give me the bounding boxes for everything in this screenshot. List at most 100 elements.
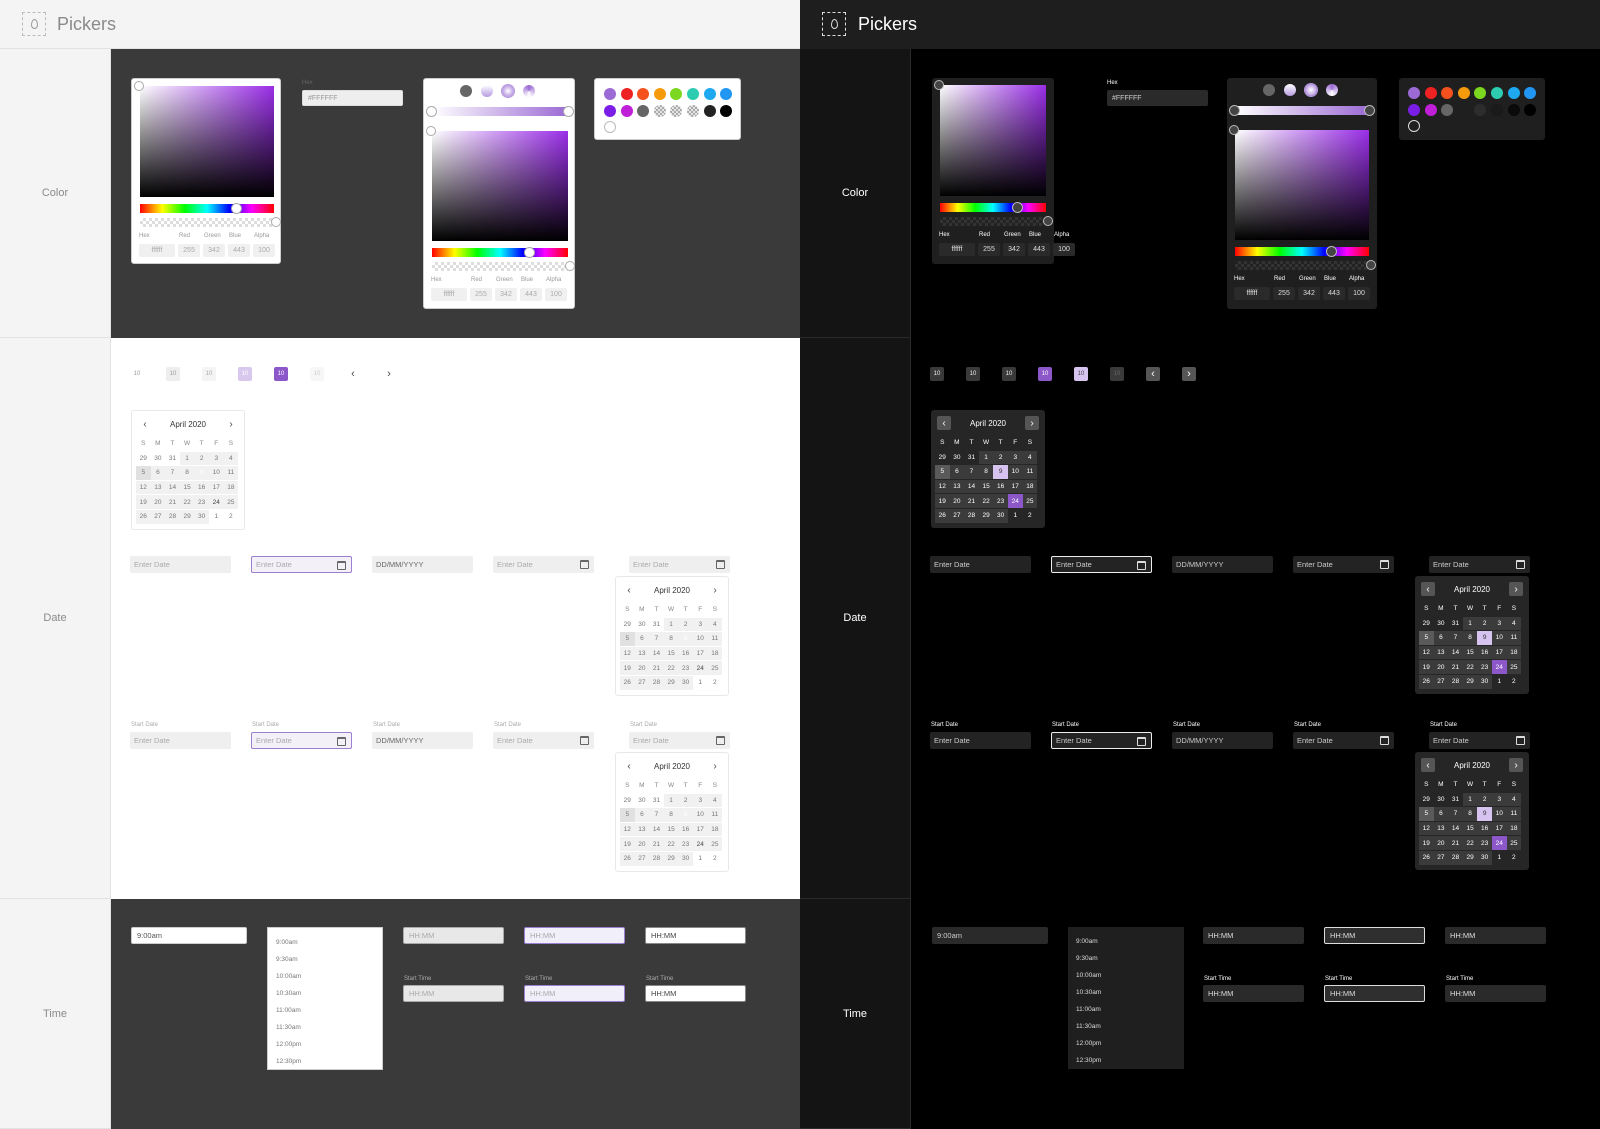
calendar-day[interactable]: 12 [1419, 821, 1434, 836]
calendar-day[interactable]: 27 [634, 675, 650, 690]
time-input[interactable]: 9:00am [131, 927, 247, 944]
pagination-page-button[interactable]: 10 [166, 367, 180, 381]
calendar-day[interactable]: 1 [179, 451, 195, 466]
calendar-day[interactable]: 20 [634, 661, 650, 675]
calendar-icon[interactable] [1516, 560, 1525, 569]
calendar-day[interactable]: 15 [663, 822, 679, 837]
color-swatch[interactable] [1507, 103, 1520, 116]
color-picker[interactable]: Hex ffffff Red 255 Green 342 Blue 443 Alpha 100 [423, 78, 575, 309]
calendar-day[interactable]: 6 [634, 632, 650, 646]
date-input[interactable]: Enter Date [251, 556, 352, 573]
calendar-day[interactable]: 12 [620, 646, 635, 661]
calendar-day[interactable]: 7 [165, 466, 180, 480]
calendar-day[interactable]: 1 [693, 852, 708, 866]
color-swatch[interactable] [687, 104, 699, 117]
calendar-day[interactable]: 18 [1022, 479, 1038, 494]
calendar-day[interactable]: 30 [1434, 617, 1449, 631]
calendar-day[interactable]: 1 [663, 617, 679, 632]
color-field-input[interactable]: 255 [178, 244, 200, 257]
calendar-day[interactable]: 2 [1477, 616, 1492, 631]
calendar-day[interactable]: 30 [151, 452, 166, 466]
color-field-input[interactable]: 100 [253, 244, 275, 257]
calendar-day[interactable]: 11 [707, 632, 723, 646]
calendar-day[interactable]: 9 [678, 632, 693, 646]
saturation-handle[interactable] [1229, 125, 1239, 135]
calendar-day[interactable]: 22 [1462, 660, 1478, 674]
calendar-day[interactable]: 3 [208, 451, 224, 466]
time-option[interactable]: 9:30am [268, 951, 382, 968]
calendar-day[interactable]: 26 [935, 508, 950, 523]
color-swatch[interactable] [1524, 103, 1537, 116]
calendar-day[interactable]: 18 [707, 646, 723, 661]
calendar-day[interactable]: 23 [194, 495, 209, 509]
calendar-day[interactable]: 10 [692, 632, 708, 646]
calendar-day[interactable]: 12 [620, 822, 635, 837]
color-swatch[interactable] [620, 104, 633, 117]
calendar-day[interactable]: 31 [1448, 617, 1463, 631]
calendar-day[interactable]: 25 [1022, 494, 1038, 508]
calendar-day[interactable]: 6 [949, 465, 965, 479]
calendar-day[interactable]: 4 [1506, 616, 1522, 631]
calendar-day[interactable]: 8 [978, 465, 994, 479]
calendar-day[interactable]: 29 [1462, 850, 1478, 865]
calendar-day[interactable]: 2 [194, 451, 209, 466]
calendar-day[interactable]: 7 [1448, 631, 1463, 645]
saturation-area[interactable] [140, 86, 274, 197]
color-field-input[interactable]: ffffff [1234, 287, 1270, 300]
calendar-day[interactable]: 29 [136, 452, 151, 466]
time-option[interactable]: 11:30am [1068, 1018, 1184, 1035]
time-text-input[interactable]: HH:MM [1203, 927, 1304, 944]
gradient-stops-bar[interactable] [432, 107, 568, 116]
angular-gradient-icon[interactable] [523, 85, 535, 97]
calendar-day[interactable]: 31 [1448, 793, 1463, 807]
next-month-button[interactable]: › [708, 759, 722, 773]
calendar-day[interactable]: 4 [1506, 792, 1522, 807]
calendar-day[interactable]: 3 [1491, 792, 1507, 807]
calendar-day[interactable]: 24 [692, 661, 708, 675]
calendar-day[interactable]: 8 [179, 466, 195, 480]
calendar-day[interactable]: 17 [692, 646, 708, 661]
calendar-day[interactable]: 17 [1491, 645, 1507, 660]
calendar-day[interactable]: 27 [1433, 850, 1449, 865]
calendar-day[interactable]: 16 [1477, 821, 1492, 836]
color-swatch[interactable] [1457, 103, 1470, 116]
calendar-day[interactable]: 30 [635, 618, 650, 632]
hue-slider[interactable] [940, 203, 1046, 212]
color-field-input[interactable]: 342 [1298, 287, 1320, 300]
calendar-icon[interactable] [337, 737, 346, 746]
date-input[interactable]: Enter Date [1429, 732, 1530, 749]
calendar-day[interactable]: 24 [208, 495, 224, 509]
calendar-day[interactable]: 22 [663, 837, 679, 851]
calendar-day[interactable]: 26 [1419, 850, 1434, 865]
calendar-day[interactable]: 2 [1023, 509, 1038, 523]
time-option[interactable]: 9:00am [1068, 933, 1184, 950]
color-field-input[interactable]: 100 [1053, 243, 1075, 256]
calendar-day[interactable]: 7 [964, 465, 979, 479]
date-input[interactable]: Enter Date [1051, 556, 1152, 573]
calendar-day[interactable]: 1 [663, 793, 679, 808]
calendar-day[interactable]: 29 [663, 675, 679, 690]
calendar-day[interactable]: 2 [708, 852, 723, 866]
date-input[interactable]: Enter Date [493, 556, 594, 573]
calendar-day[interactable]: 6 [150, 466, 166, 480]
angular-gradient-icon[interactable] [1326, 84, 1338, 96]
calendar-day[interactable]: 18 [707, 822, 723, 837]
calendar-day[interactable]: 1 [693, 676, 708, 690]
calendar-day[interactable]: 31 [649, 618, 664, 632]
color-swatch[interactable] [1424, 103, 1437, 116]
color-field-input[interactable]: 255 [470, 288, 492, 301]
calendar-day[interactable]: 7 [649, 632, 664, 646]
hue-handle[interactable] [1012, 202, 1024, 213]
color-swatch[interactable] [604, 88, 616, 100]
calendar-day[interactable]: 30 [1434, 793, 1449, 807]
time-text-input[interactable]: HH:MM [524, 985, 625, 1002]
color-swatch[interactable] [637, 88, 650, 100]
alpha-slider[interactable] [140, 218, 274, 227]
calendar-day[interactable]: 29 [978, 508, 994, 523]
date-input[interactable]: Enter Date [1293, 732, 1394, 749]
color-swatch[interactable] [1457, 87, 1470, 99]
calendar-day[interactable]: 14 [165, 480, 180, 495]
calendar-day[interactable]: 1 [1008, 509, 1023, 523]
calendar-day[interactable]: 11 [1506, 807, 1522, 821]
next-month-button[interactable]: › [708, 583, 722, 597]
